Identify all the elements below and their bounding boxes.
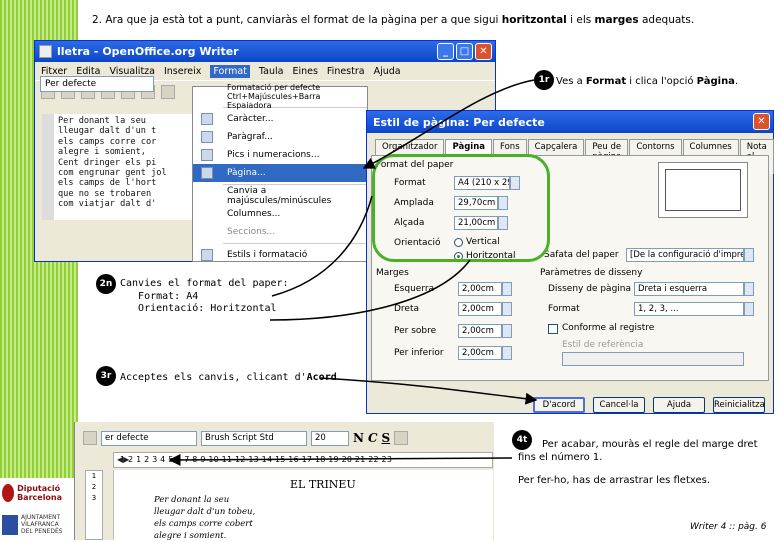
horizontal-ruler: 1 2 1 2 3 4 5 6 7 8 9 10 11 12 13 14 15 … [113,452,493,468]
paper-tray-dropdown-arrow[interactable] [744,248,754,262]
menu-item-default-formatting[interactable]: Formatació per defecte Ctrl+Majúscules+B… [193,83,367,110]
step-1-text: Ves a Format i clica l'opció Pàgina. [556,76,739,87]
menu-format[interactable]: Format [210,64,250,78]
size-select[interactable]: 20 [311,430,349,446]
step-2-text: Canvies el format del paper: Format: A4 … [120,278,289,314]
margin-left-spinner[interactable] [502,282,512,296]
underline-button[interactable]: S [382,431,391,445]
numbering-format-select[interactable]: 1, 2, 3, ... [634,302,744,316]
dialog-title: Estil de pàgina: Per defecte [373,115,545,129]
paper-tray-select[interactable]: [De la configuració d'impress [626,248,744,262]
document-title: EL TRINEU [290,478,356,491]
writer-app-icon [39,45,52,58]
menu-fitxer[interactable]: Fitxer [41,66,67,77]
writer-window-2: er defecte Brush Script Std 20 N C S 1 2… [74,422,495,541]
menu-ajuda[interactable]: Ajuda [374,66,401,77]
paragraph-style-select[interactable]: Per defecte [40,76,154,92]
margins-group-label: Marges [376,268,409,278]
ok-button[interactable]: D'acord [533,397,585,413]
layout-group-label: Paràmetres de disseny [540,268,643,278]
document-page: Per donant la seu lleugar dalt d'un t el… [42,114,192,220]
help-button[interactable]: Ajuda [653,397,705,413]
format-menu-dropdown: Formatació per defecte Ctrl+Majúscules+B… [192,83,368,264]
step-1-badge: 1r [534,70,554,90]
print-icon[interactable] [161,84,175,99]
bold-button[interactable]: N [353,431,364,445]
reset-button[interactable]: Reinicialitza [713,397,765,413]
logos-area: Diputació Barcelona AJUNTAMENT VILAFRANC… [0,478,78,540]
menu-item-paragraph[interactable]: Paràgraf... [193,128,367,146]
maximize-button[interactable]: □ [456,43,473,60]
menu-item-columns[interactable]: Columnes... [193,205,367,223]
step-4-text-2: Per fer-ho, has de arrastrar les fletxes… [518,475,711,486]
reference-style-select[interactable] [562,352,744,366]
paragraph-icon [201,131,213,143]
vertical-ruler: 123 [85,470,103,540]
instruction-text: 2. Ara que ja està tot a punt, canviaràs… [92,14,695,26]
margin-top-spinner[interactable] [502,324,512,338]
register-true-checkbox[interactable] [548,324,558,334]
menu-finestra[interactable]: Finestra [327,66,365,77]
bullets-icon [201,149,213,161]
step-4-text: Per acabar, mouràs el regle del marge dr… [518,439,758,463]
menu-eines[interactable]: Eines [292,66,317,77]
step-2-badge: 2n [96,274,116,294]
step-3-text: Acceptes els canvis, clicant d'Acord. [120,372,343,383]
dialog-titlebar: Estil de pàgina: Per defecte ✕ [367,111,773,133]
menu-item-sections[interactable]: Seccions... [193,223,367,241]
menu-edita[interactable]: Edita [76,66,100,77]
document-page-2[interactable]: EL TRINEU Per donant la seu lleugar dalt… [113,470,493,541]
margin-right-field[interactable]: 2,00cm [458,302,502,316]
page-footer: Writer 4 :: pàg. 6 [690,522,767,532]
style-select[interactable]: er defecte [101,430,197,446]
page-preview [658,162,748,218]
margin-left-field[interactable]: 2,00cm [458,282,502,296]
align-icon[interactable] [394,431,409,445]
margin-drag-arrows-icon[interactable]: ◀▶ [117,455,129,464]
font-select[interactable]: Brush Script Std [201,430,307,446]
ajuntament-shield-icon [2,514,18,535]
diputacio-logo: Diputació Barcelona [2,484,78,502]
styles-icon[interactable] [83,431,97,445]
dialog-close-button[interactable]: ✕ [753,113,770,130]
menu-item-character[interactable]: Caràcter... [193,110,367,128]
margin-right-spinner[interactable] [502,302,512,316]
minimize-button[interactable]: _ [437,43,454,60]
ajuntament-logo: AJUNTAMENT VILAFRANCA DEL PENEDÈS [2,514,65,535]
menu-item-bullets[interactable]: Pics i numeracions... [193,146,367,164]
menu-item-styles[interactable]: Estils i formatació [193,246,367,264]
menu-visualitza[interactable]: Visualitza [109,66,155,77]
margin-bottom-field[interactable]: 2,00cm [458,346,502,360]
page-icon [201,167,213,179]
close-button[interactable]: ✕ [475,43,492,60]
diputacio-seal-icon [2,484,15,502]
cancel-button[interactable]: Cancel·la [593,397,645,413]
margin-top-field[interactable]: 2,00cm [458,324,502,338]
writer-title: lletra - OpenOffice.org Writer [57,45,239,58]
menu-item-page[interactable]: Pàgina... [193,164,367,182]
document-body: Per donant la seu lleugar dalt d'un tobe… [154,495,256,541]
paper-format-highlight [372,154,550,262]
numbering-format-dropdown-arrow[interactable] [744,302,754,316]
menu-item-change-case[interactable]: Canvia a majúscules/minúscules [193,186,367,206]
menu-insereix[interactable]: Insereix [164,66,201,77]
menu-taula[interactable]: Taula [259,66,284,77]
document-text: Per donant la seu lleugar dalt d'un t el… [58,116,167,210]
formatting-toolbar: er defecte Brush Script Std 20 N C S [75,426,495,450]
page-layout-select[interactable]: Dreta i esquerra [634,282,744,296]
character-icon [201,113,213,125]
page-layout-dropdown-arrow[interactable] [744,282,754,296]
italic-button[interactable]: C [368,431,378,445]
writer-titlebar: lletra - OpenOffice.org Writer _ □ ✕ [35,41,495,62]
step-3-badge: 3r [96,366,116,386]
styles-icon [201,249,213,261]
margin-bottom-spinner[interactable] [502,346,512,360]
